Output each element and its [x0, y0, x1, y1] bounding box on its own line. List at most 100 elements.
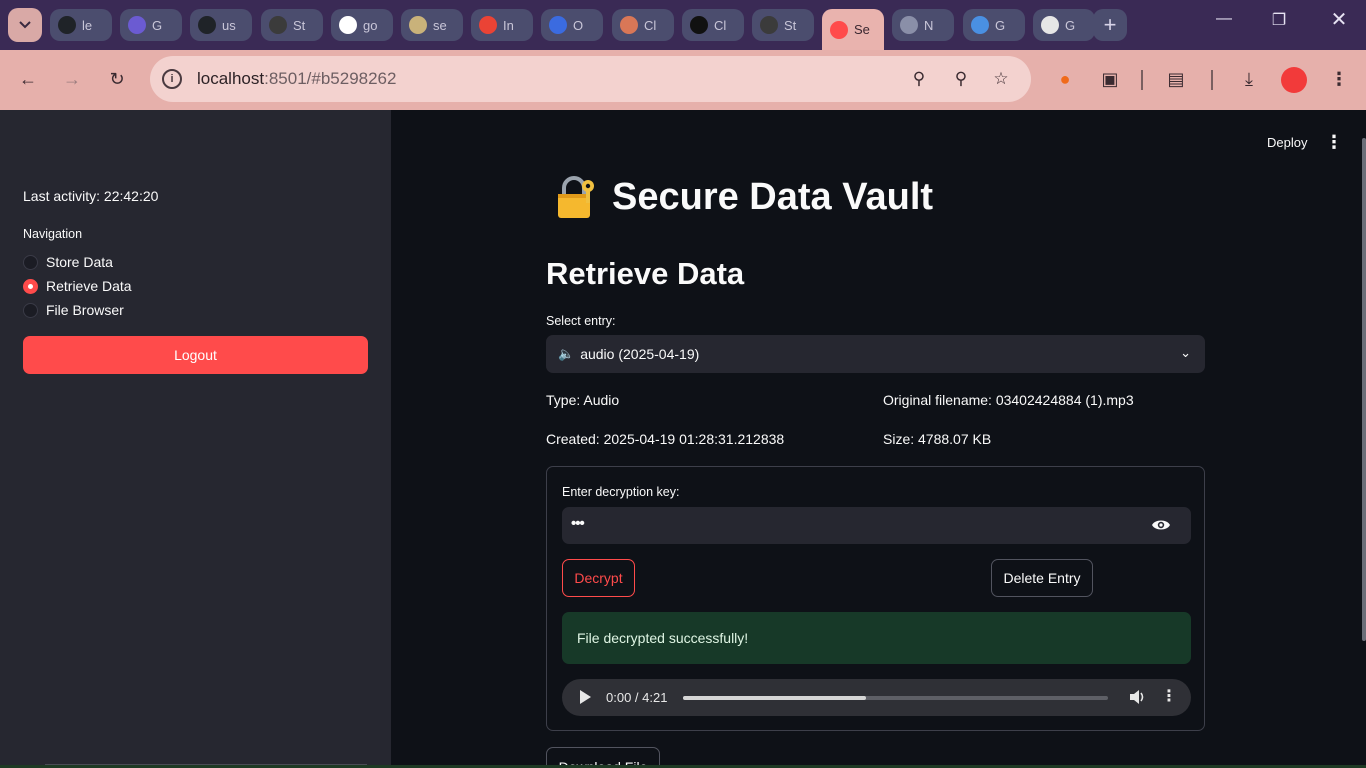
- browser-menu-icon[interactable]: ⋮: [1326, 66, 1352, 92]
- logout-button[interactable]: Logout: [23, 336, 368, 374]
- last-activity-text: Last activity: 22:42:20: [23, 188, 159, 204]
- browser-tab[interactable]: G: [963, 9, 1025, 41]
- browser-tab-label: N: [924, 17, 934, 33]
- browser-tab-label: St: [784, 17, 797, 33]
- password-key-icon[interactable]: ⚲: [908, 68, 930, 90]
- main-vertical-scrollbar[interactable]: [1362, 138, 1366, 641]
- gemini-icon: [971, 16, 989, 34]
- browser-tab[interactable]: go: [331, 9, 393, 41]
- nav-radio-label: Retrieve Data: [46, 278, 132, 294]
- radio-icon[interactable]: [23, 302, 38, 318]
- nav-radio-file-browser[interactable]: File Browser: [23, 300, 124, 320]
- section-title: Retrieve Data: [546, 256, 745, 291]
- claude-icon: [620, 16, 638, 34]
- radio-icon[interactable]: [23, 254, 38, 270]
- forward-icon[interactable]: →: [59, 66, 85, 92]
- browser-tab[interactable]: se: [401, 9, 463, 41]
- browser-tab[interactable]: St: [261, 9, 323, 41]
- page-title: Secure Data Vault: [554, 174, 933, 220]
- openai-icon: [269, 16, 287, 34]
- audio-seek-progress: [683, 696, 866, 700]
- close-window-icon[interactable]: ✕: [1324, 7, 1354, 32]
- decrypt-form: Enter decryption key: ••• Decrypt Delete…: [546, 466, 1205, 731]
- openai-icon: [760, 16, 778, 34]
- browser-tab[interactable]: Cl: [682, 9, 744, 41]
- chevron-down-icon[interactable]: ⌄: [1180, 345, 1191, 361]
- browser-tab-label: G: [995, 17, 1006, 33]
- delete-entry-button[interactable]: Delete Entry: [991, 559, 1093, 597]
- reload-icon[interactable]: ↻: [104, 66, 130, 92]
- deploy-button[interactable]: Deploy: [1267, 135, 1307, 150]
- address-bar[interactable]: i localhost:8501/#b5298262 ⚲ ⚲ ☆: [150, 56, 1031, 102]
- browser-tab-strip: le Gus St go se In O Cl Cl St Se✕ N G G + — ❐ ✕: [0, 0, 1366, 50]
- toolbar-divider: [1141, 70, 1143, 90]
- browser-tab[interactable]: In: [471, 9, 533, 41]
- app-menu-icon[interactable]: ⋮: [1325, 132, 1343, 153]
- extension-flame-icon[interactable]: ●: [1052, 66, 1078, 92]
- success-alert: File decrypted successfully!: [562, 612, 1191, 664]
- browser-tab[interactable]: G: [120, 9, 182, 41]
- back-icon[interactable]: ←: [15, 66, 41, 92]
- restore-icon[interactable]: ❐: [1264, 10, 1294, 30]
- browser-tab-label: Se: [854, 22, 870, 37]
- entry-select[interactable]: 🔈 audio (2025-04-19) ⌄: [546, 335, 1205, 373]
- browser-tab[interactable]: O: [541, 9, 603, 41]
- play-icon[interactable]: [580, 690, 591, 704]
- browser-tab-label: us: [222, 17, 236, 33]
- browser-tab-label: In: [503, 17, 514, 33]
- browser-tab-label: O: [573, 17, 584, 33]
- chevron-down-icon: [19, 21, 31, 29]
- show-password-eye-icon[interactable]: [1151, 517, 1171, 533]
- extensions-puzzle-icon[interactable]: ▣: [1097, 66, 1123, 92]
- github-icon: [198, 16, 216, 34]
- browser-tab-label: le: [82, 17, 93, 33]
- new-tab-button[interactable]: +: [1093, 9, 1127, 41]
- reading-mode-icon[interactable]: ▤: [1163, 66, 1189, 92]
- audio-seek-bar[interactable]: [683, 696, 1108, 700]
- radio-selected-icon[interactable]: [23, 278, 38, 294]
- browser-tab[interactable]: N: [892, 9, 954, 41]
- browser-tab[interactable]: Se✕: [822, 9, 884, 50]
- browser-tab[interactable]: Cl: [612, 9, 674, 41]
- select-entry-label: Select entry:: [546, 314, 616, 328]
- navigation-label: Navigation: [23, 227, 83, 241]
- toolbar-divider: [1211, 70, 1213, 90]
- browser-tab[interactable]: G: [1033, 9, 1095, 41]
- globe-icon: [900, 16, 918, 34]
- browser-tab-label: G: [152, 17, 163, 33]
- lock-with-key-icon: [558, 176, 594, 218]
- site-info-icon[interactable]: i: [162, 69, 182, 89]
- audio-options-icon[interactable]: ⋮: [1161, 686, 1177, 706]
- anthropic-icon: [690, 16, 708, 34]
- volume-icon[interactable]: [1128, 688, 1146, 706]
- streamlit-icon: [830, 20, 848, 39]
- minimize-icon[interactable]: —: [1209, 10, 1239, 28]
- browser-tab[interactable]: St: [752, 9, 814, 41]
- github-icon: [58, 16, 76, 34]
- browser-tab-label: Cl: [644, 17, 657, 33]
- zoom-icon[interactable]: ⚲: [950, 68, 972, 90]
- address-url[interactable]: localhost:8501/#b5298262: [197, 69, 396, 89]
- decryption-key-input[interactable]: •••: [562, 507, 1191, 544]
- bookmark-star-icon[interactable]: ☆: [990, 68, 1012, 90]
- sidebar: Last activity: 22:42:20 Navigation Store…: [0, 110, 391, 768]
- nav-radio-store-data[interactable]: Store Data: [23, 252, 113, 272]
- download-icon[interactable]: ⤓: [1236, 66, 1262, 92]
- browser-tab[interactable]: le: [50, 9, 112, 41]
- tab-search-button[interactable]: [8, 8, 42, 42]
- google-icon: [339, 16, 357, 34]
- decrypt-button[interactable]: Decrypt: [562, 559, 635, 597]
- audio-time: 0:00 / 4:21: [606, 690, 668, 705]
- nav-radio-label: Store Data: [46, 254, 113, 270]
- entry-original-filename: Original filename: 03402424884 (1).mp3: [883, 392, 1134, 408]
- nav-radio-label: File Browser: [46, 302, 124, 318]
- decryption-key-label: Enter decryption key:: [562, 485, 680, 499]
- nav-radio-retrieve-data[interactable]: Retrieve Data: [23, 276, 132, 296]
- browser-tab[interactable]: us: [190, 9, 252, 41]
- entry-created: Created: 2025-04-19 01:28:31.212838: [546, 431, 785, 447]
- entry-size: Size: 4788.07 KB: [883, 431, 992, 447]
- gmail-icon: [479, 16, 497, 34]
- audio-player: 0:00 / 4:21 ⋮: [562, 679, 1191, 716]
- speaker-icon: 🔈: [558, 346, 575, 361]
- profile-avatar[interactable]: [1281, 67, 1307, 93]
